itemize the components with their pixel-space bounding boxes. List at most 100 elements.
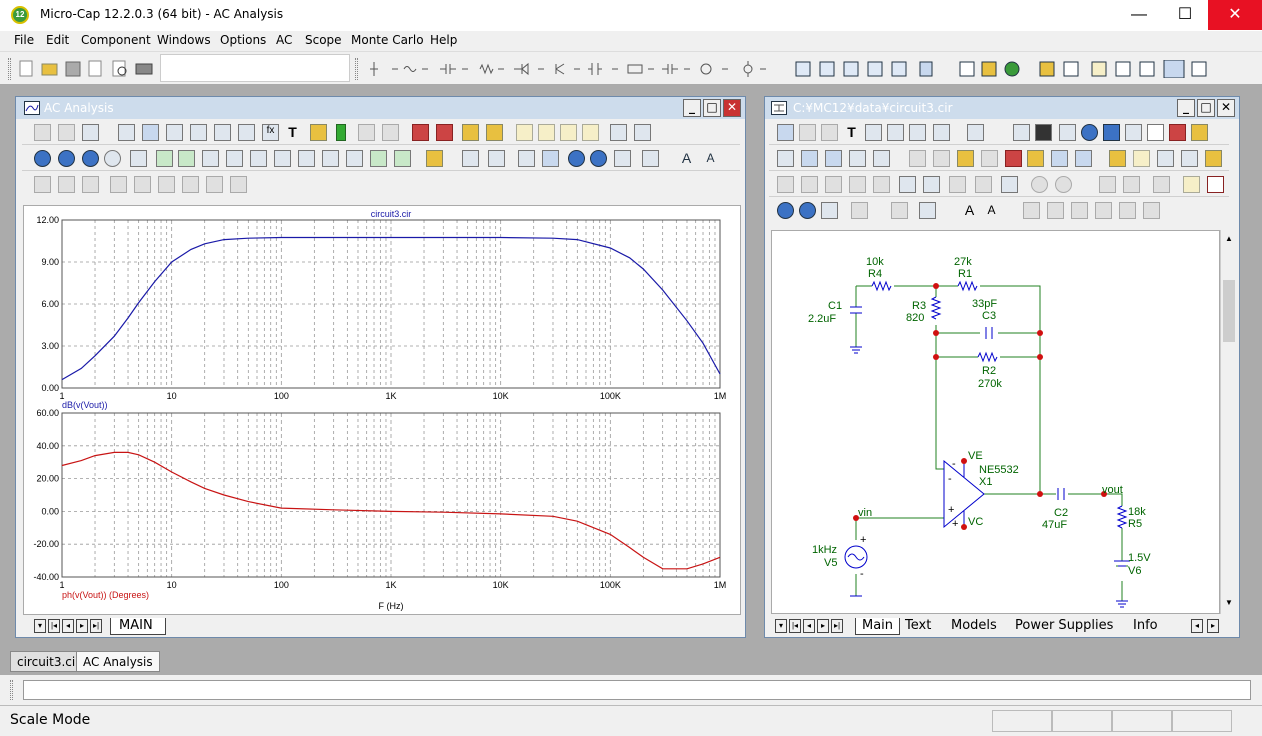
schem-align-top-icon[interactable] bbox=[1095, 202, 1112, 219]
capacitor-c2-symbol[interactable] bbox=[1057, 488, 1065, 500]
schem-cut-icon[interactable] bbox=[1181, 150, 1198, 167]
plot-view-icon[interactable] bbox=[516, 124, 533, 141]
schem-check-icon[interactable] bbox=[1147, 124, 1164, 141]
ungroup-icon[interactable] bbox=[82, 176, 99, 193]
schem-circle-icon[interactable] bbox=[825, 176, 842, 193]
schem-text-icon[interactable]: T bbox=[843, 124, 860, 141]
menu-ac[interactable]: AC bbox=[276, 33, 292, 47]
align-icon[interactable] bbox=[34, 176, 51, 193]
schem-step-icon[interactable] bbox=[801, 176, 818, 193]
toolbar-grip[interactable] bbox=[355, 58, 358, 80]
resistor-r5-symbol[interactable] bbox=[1116, 505, 1128, 529]
plot-view-4-icon[interactable] bbox=[582, 124, 599, 141]
doc-tab-ac-analysis[interactable]: AC Analysis bbox=[76, 651, 160, 672]
schem-zoom-fit-icon[interactable] bbox=[821, 202, 838, 219]
schem-notes-icon[interactable] bbox=[1191, 124, 1208, 141]
tool-icon[interactable] bbox=[82, 124, 99, 141]
schem-find2-icon[interactable] bbox=[923, 176, 940, 193]
resistor-r4-symbol[interactable] bbox=[871, 280, 892, 292]
cursor-bottom-icon[interactable] bbox=[346, 150, 363, 167]
clock-3-icon[interactable] bbox=[82, 150, 99, 167]
cursor-mode-icon[interactable] bbox=[190, 124, 207, 141]
resistor-r2-symbol[interactable] bbox=[977, 351, 998, 363]
menu-file[interactable]: File bbox=[14, 33, 34, 47]
schem-paste-icon[interactable] bbox=[975, 176, 992, 193]
tab-back-arrow[interactable]: ◂ bbox=[62, 619, 74, 633]
cursor-global-low-icon[interactable] bbox=[298, 150, 315, 167]
schem-align-icon[interactable] bbox=[777, 176, 794, 193]
schem-pin-markers-icon[interactable] bbox=[1005, 150, 1022, 167]
edit-icon[interactable] bbox=[130, 150, 147, 167]
schem-page-icon[interactable] bbox=[1109, 150, 1126, 167]
schem-tab-last-arrow[interactable]: ▸| bbox=[831, 619, 843, 633]
scroll-down-arrow[interactable]: ▼ bbox=[1223, 596, 1235, 610]
schematic-minimize-button[interactable]: _ bbox=[1177, 99, 1195, 117]
schem-info-icon[interactable] bbox=[1081, 124, 1098, 141]
point-tag-icon[interactable] bbox=[214, 124, 231, 141]
schem-edit-icon[interactable] bbox=[777, 150, 794, 167]
menu-scope[interactable]: Scope bbox=[305, 33, 342, 47]
tab-main[interactable]: MAIN bbox=[110, 618, 166, 635]
schem-line-icon[interactable] bbox=[865, 124, 882, 141]
grid-icon[interactable] bbox=[642, 150, 659, 167]
tab-last-arrow[interactable]: ▸| bbox=[90, 619, 102, 633]
schem-tab-back-arrow[interactable]: ◂ bbox=[803, 619, 815, 633]
schem-graph-icon[interactable] bbox=[1013, 124, 1030, 141]
font-icon[interactable]: A bbox=[678, 150, 695, 167]
graph-icon[interactable] bbox=[118, 124, 135, 141]
align-bottom-icon[interactable] bbox=[230, 176, 247, 193]
group-icon[interactable] bbox=[58, 176, 75, 193]
scale-box-icon[interactable] bbox=[542, 150, 559, 167]
toolbar-grip[interactable] bbox=[8, 58, 11, 80]
pan-mode-icon[interactable] bbox=[58, 124, 75, 141]
cursor-next-icon[interactable] bbox=[394, 150, 411, 167]
zoom-fit-icon[interactable] bbox=[614, 150, 631, 167]
schem-page2-icon[interactable] bbox=[1133, 150, 1150, 167]
schem-align2-icon[interactable] bbox=[1153, 176, 1170, 193]
align-top-icon[interactable] bbox=[182, 176, 199, 193]
schem-conditions-icon[interactable] bbox=[981, 150, 998, 167]
analysis-minimize-button[interactable]: _ bbox=[683, 99, 701, 117]
schem-pin-icon[interactable] bbox=[873, 150, 890, 167]
schem-node-num-icon[interactable] bbox=[849, 150, 866, 167]
schem-power-icon[interactable] bbox=[957, 150, 974, 167]
scroll-up-arrow[interactable]: ▲ bbox=[1223, 232, 1235, 246]
file-toolbar-icons[interactable] bbox=[16, 60, 156, 78]
schem-delete-page-icon[interactable] bbox=[1207, 176, 1224, 193]
schem-zoom-in-icon[interactable] bbox=[777, 202, 794, 219]
plot-view-3-icon[interactable] bbox=[560, 124, 577, 141]
pause-icon[interactable] bbox=[382, 124, 399, 141]
zoom-in-icon[interactable] bbox=[568, 150, 585, 167]
plus-icon[interactable] bbox=[634, 124, 651, 141]
schem-probe-icon[interactable] bbox=[1125, 124, 1142, 141]
plot-view-2-icon[interactable] bbox=[538, 124, 555, 141]
list-icon[interactable] bbox=[462, 150, 479, 167]
schem-diagonal-icon[interactable] bbox=[887, 124, 904, 141]
schem-grid2-icon[interactable] bbox=[1075, 150, 1092, 167]
menu-windows[interactable]: Windows bbox=[157, 33, 211, 47]
schem-back-icon[interactable] bbox=[873, 176, 890, 193]
maximize-button[interactable]: ☐ bbox=[1162, 0, 1208, 30]
schem-warning-icon[interactable] bbox=[1027, 150, 1044, 167]
schem-node-icon[interactable] bbox=[825, 150, 842, 167]
schem-copy-icon[interactable] bbox=[949, 176, 966, 193]
schem-select-icon[interactable] bbox=[777, 124, 794, 141]
zoom-out-icon[interactable] bbox=[590, 150, 607, 167]
schem-tab-main[interactable]: Main bbox=[855, 618, 901, 635]
schem-hscroll-left[interactable]: ◂ bbox=[1191, 619, 1203, 633]
clock-2-icon[interactable] bbox=[58, 150, 75, 167]
analysis-close-button[interactable]: ✕ bbox=[723, 99, 741, 117]
component-palette[interactable] bbox=[362, 60, 782, 78]
tab-forward-arrow[interactable]: ▸ bbox=[76, 619, 88, 633]
schem-tab-text[interactable]: Text bbox=[905, 618, 931, 633]
schem-new-page-icon[interactable] bbox=[1183, 176, 1200, 193]
color-icon[interactable] bbox=[426, 150, 443, 167]
schematic-vscrollbar[interactable]: ▲ ▼ bbox=[1220, 230, 1236, 614]
schem-align-left-icon[interactable] bbox=[1023, 202, 1040, 219]
schematic-maximize-button[interactable]: □ bbox=[1197, 99, 1215, 117]
schem-flag-icon[interactable] bbox=[1059, 124, 1076, 141]
schem-align-right-icon[interactable] bbox=[1071, 202, 1088, 219]
window-toolbar-icons[interactable] bbox=[792, 60, 1262, 78]
cursor-valley-icon[interactable] bbox=[178, 150, 195, 167]
font-size-icon[interactable]: A bbox=[702, 150, 719, 167]
